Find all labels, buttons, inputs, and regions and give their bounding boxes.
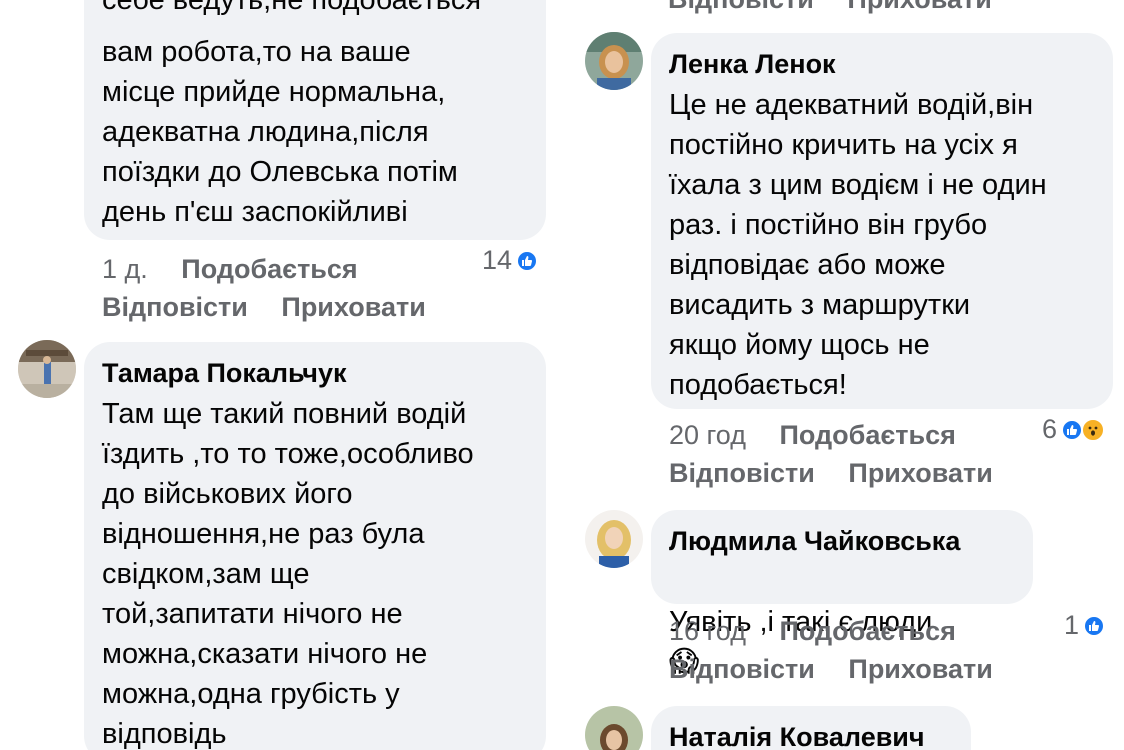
- comment-bubble: Людмила Чайковська Уявіть ,і такі є люди…: [651, 510, 1033, 678]
- comment-bubble: Наталія Ковалевич: [651, 706, 971, 750]
- like-icon: [1061, 418, 1084, 441]
- avatar[interactable]: [585, 510, 643, 568]
- like-icon: [1083, 614, 1106, 637]
- reaction-count: 6: [1042, 414, 1058, 444]
- comment-text: Там ще такий повний водій їздить ,то то …: [102, 398, 474, 750]
- comment-actions: 1 д. Подобається Відповісти Приховати: [102, 250, 426, 326]
- comment-text: Це не адекватний водій,він постійно крич…: [669, 89, 1047, 401]
- reply-link[interactable]: Відповісти: [669, 454, 815, 492]
- comment-author[interactable]: Ленка Ленок: [669, 47, 1095, 81]
- reply-link[interactable]: Відповісти: [668, 0, 814, 15]
- comment-author[interactable]: Наталія Ковалевич: [669, 720, 953, 750]
- like-icon: [516, 249, 539, 272]
- hide-link[interactable]: Приховати: [848, 650, 992, 688]
- comment-time[interactable]: 1 д.: [102, 250, 148, 288]
- like-link[interactable]: Подобається: [779, 416, 955, 454]
- comment-text: вам робота,то на ваше місце прийде норма…: [102, 36, 458, 228]
- hide-link[interactable]: Приховати: [847, 0, 991, 15]
- avatar[interactable]: [18, 340, 76, 398]
- comment-actions-top-cutoff: Відповісти Приховати: [668, 0, 992, 15]
- hide-link[interactable]: Приховати: [848, 454, 992, 492]
- reaction-count: 14: [482, 245, 513, 275]
- comment-bubble: Тамара Покальчук Там ще такий повний вод…: [84, 342, 546, 750]
- reply-link[interactable]: Відповісти: [669, 650, 815, 688]
- comment-actions: 20 год Подобається Відповісти Приховати: [669, 416, 993, 492]
- comment-time[interactable]: 20 год: [669, 416, 746, 454]
- hide-link[interactable]: Приховати: [281, 288, 425, 326]
- comment-time[interactable]: 16 год: [669, 612, 746, 650]
- reaction-summary[interactable]: 14: [482, 245, 539, 276]
- like-link[interactable]: Подобається: [779, 612, 955, 650]
- wow-icon: [1081, 417, 1106, 442]
- comment-author[interactable]: Тамара Покальчук: [102, 356, 528, 390]
- reaction-summary[interactable]: 6: [1042, 414, 1106, 445]
- reaction-summary[interactable]: 1: [1064, 610, 1106, 641]
- comment-author[interactable]: Людмила Чайковська: [669, 524, 1015, 558]
- comment-text-cut-top: себе ведуть,не подобається: [102, 0, 482, 16]
- reply-link[interactable]: Відповісти: [102, 288, 248, 326]
- avatar[interactable]: [585, 706, 643, 750]
- avatar[interactable]: [585, 32, 643, 90]
- comment-bubble: Ленка Ленок Це не адекватний водій,він п…: [651, 33, 1113, 409]
- like-link[interactable]: Подобається: [181, 250, 357, 288]
- comment-bubble: себе ведуть,не подобається вам робота,то…: [84, 0, 546, 240]
- reaction-count: 1: [1064, 610, 1080, 640]
- comment-actions: 16 год Подобається Відповісти Приховати: [669, 612, 993, 688]
